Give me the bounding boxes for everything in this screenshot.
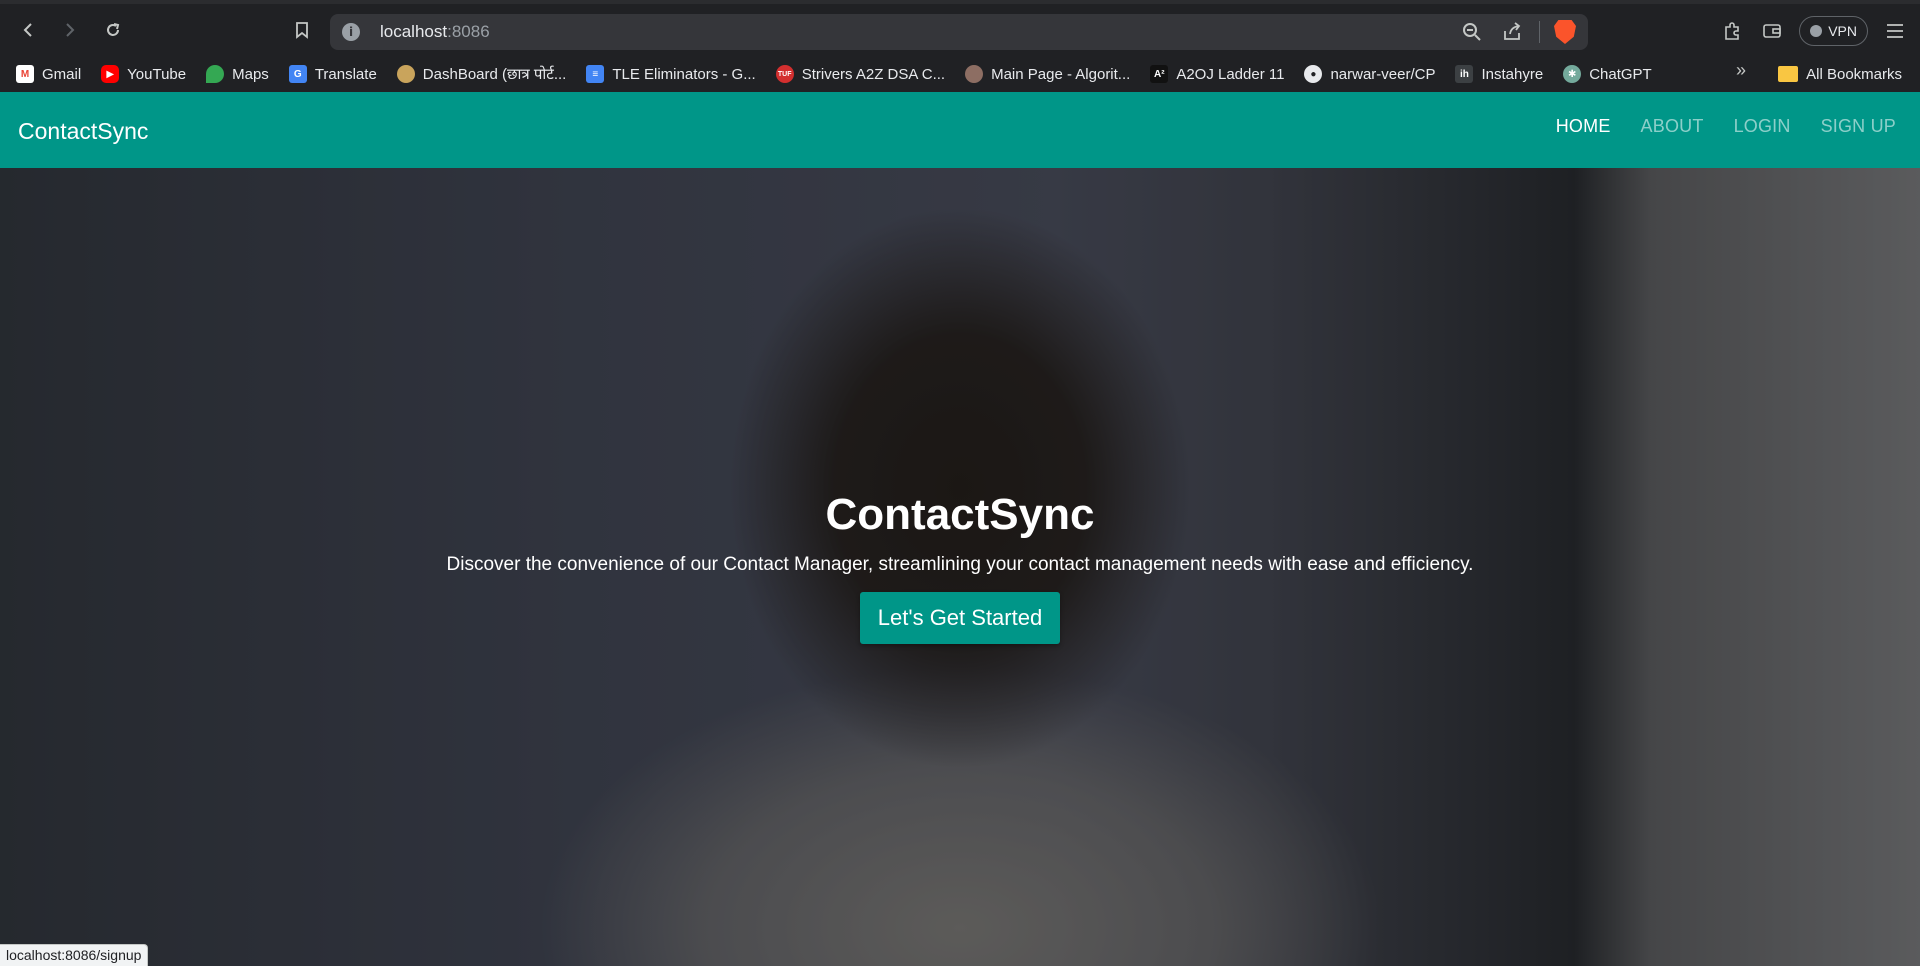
forward-arrow-icon [66,23,75,37]
bookmark-github[interactable]: ● narwar-veer/CP [1294,60,1445,88]
wallet-icon[interactable] [1759,18,1785,44]
bookmark-dashboard[interactable]: DashBoard (छात्र पोर्ट... [387,60,577,88]
hero-section: ContactSync Discover the convenience of … [0,168,1920,966]
maps-icon [206,65,225,83]
bookmark-page-button[interactable] [288,16,316,44]
nav-menu: HOME ABOUT LOGIN SIGN UP [1556,116,1896,137]
gmail-icon: M [16,65,34,83]
instahyre-icon: ih [1455,65,1474,83]
url-separator [1539,21,1540,43]
nav-signup[interactable]: SIGN UP [1821,116,1896,137]
brand-logo[interactable]: ContactSync [18,118,148,145]
vpn-status-icon [1810,25,1823,37]
brave-shields-icon[interactable] [1554,20,1576,44]
browser-toolbar: i localhost:8086 VPN [0,0,1920,56]
nav-about[interactable]: ABOUT [1641,116,1704,137]
reload-button[interactable] [99,16,127,44]
bookmarks-bar: M Gmail ▶ YouTube Maps G Translate DashB… [0,56,1920,92]
docs-icon: ≡ [586,65,605,83]
status-bar-url: localhost:8086/signup [0,944,149,966]
chatgpt-icon: ✱ [1563,65,1582,83]
menu-icon[interactable] [1882,18,1908,44]
site-info-icon[interactable]: i [342,23,360,41]
bookmark-strivers[interactable]: TUF Strivers A2Z DSA C... [766,60,955,88]
dashboard-icon [396,65,415,83]
translate-icon: G [288,65,307,83]
hero-content: ContactSync Discover the convenience of … [0,490,1920,644]
vpn-label: VPN [1828,23,1857,39]
bookmark-icon [296,22,308,39]
bookmark-translate[interactable]: G Translate [279,60,387,88]
vpn-button[interactable]: VPN [1799,16,1868,46]
hero-subtitle: Discover the convenience of our Contact … [446,554,1474,575]
url-text[interactable]: localhost:8086 [380,22,490,42]
hero-title: ContactSync [825,490,1095,539]
bookmark-maps[interactable]: Maps [196,60,279,88]
youtube-icon: ▶ [101,65,120,83]
app-navbar: ContactSync HOME ABOUT LOGIN SIGN UP [0,92,1920,168]
bookmark-a2oj[interactable]: A² A2OJ Ladder 11 [1140,60,1294,88]
zoom-icon[interactable] [1459,19,1485,45]
bookmarks-overflow-button[interactable]: » [1736,60,1746,81]
bookmark-youtube[interactable]: ▶ YouTube [91,60,196,88]
back-arrow-icon [23,23,32,37]
github-icon: ● [1304,65,1323,83]
bookmark-chatgpt[interactable]: ✱ ChatGPT [1553,60,1662,88]
bookmark-algorithmica[interactable]: Main Page - Algorit... [955,60,1140,88]
algorithmica-icon [965,65,984,83]
bookmark-instahyre[interactable]: ih Instahyre [1445,60,1553,88]
address-bar[interactable]: i localhost:8086 [330,14,1588,50]
forward-button[interactable] [56,16,84,44]
all-bookmarks-button[interactable]: All Bookmarks [1768,60,1912,88]
bookmark-gmail[interactable]: M Gmail [0,60,91,88]
get-started-button[interactable]: Let's Get Started [860,592,1060,644]
nav-login[interactable]: LOGIN [1734,116,1791,137]
nav-home[interactable]: HOME [1556,116,1611,137]
bookmark-tle-eliminators[interactable]: ≡ TLE Eliminators - G... [576,60,765,88]
reload-icon [107,23,120,36]
tuf-icon: TUF [775,65,794,83]
back-button[interactable] [14,16,42,44]
extensions-icon[interactable] [1719,18,1745,44]
folder-icon [1778,66,1799,82]
a2oj-icon: A² [1150,65,1169,83]
share-icon[interactable] [1499,19,1525,45]
